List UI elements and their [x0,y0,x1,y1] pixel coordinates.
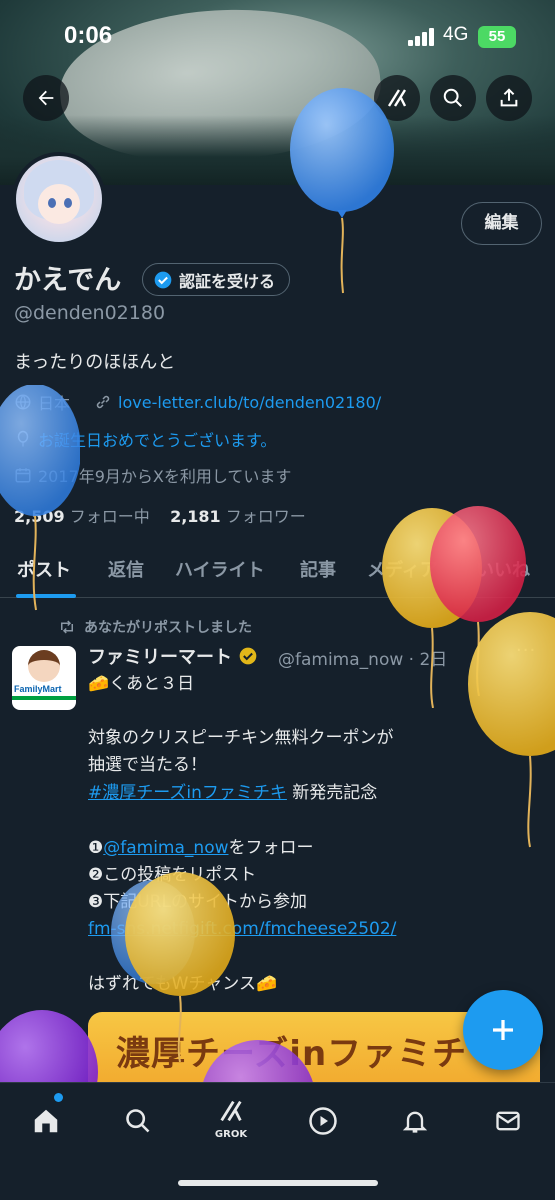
grok-label: GROK [214,1129,248,1140]
tab-highlights[interactable]: ハイライト [175,556,265,582]
post-hashtag-suffix: 新発売記念 [286,783,378,803]
globe-icon [15,394,31,410]
nav-search[interactable] [118,1101,158,1141]
post-author-handle: @famima_now · 2日 [278,650,448,670]
back-button[interactable] [23,75,69,121]
post-line-2: 対象のクリスピーチキン無料クーポンが [88,728,394,748]
repost-label: あなたがリポストしました [84,620,252,636]
profile-joined-row: 2017年9月からXを利用しています [14,463,291,487]
repost-icon [61,620,73,634]
plus-icon [493,1020,513,1040]
post-author-avatar[interactable]: FamilyMart [12,646,76,710]
step-1-suffix: をフォロー [228,838,314,858]
profile-meta-row: 日本 love-letter.club/to/denden02180/ [14,390,381,414]
video-icon [309,1107,337,1135]
get-verified-button[interactable]: 認証を受ける [142,263,291,296]
verified-badge-icon [154,271,172,288]
home-icon [34,1109,58,1133]
search-icon [126,1109,150,1133]
search-button[interactable] [430,75,476,121]
share-icon [500,88,518,107]
battery-indicator: 55 [478,26,516,48]
balloon-icon [17,430,29,447]
tab-posts[interactable]: ポスト [17,556,71,582]
followers-link[interactable]: 2,181 フォロワー [170,507,306,526]
edit-profile-button[interactable]: 編集 [461,202,542,245]
active-tab-indicator [16,594,76,598]
home-notification-dot [54,1093,63,1102]
post-hashtag[interactable]: #濃厚チーズinファミチキ [88,783,287,803]
tab-media[interactable]: メディア [367,556,438,582]
nav-grok[interactable] [211,1091,251,1131]
nav-home[interactable] [26,1101,66,1141]
post-step-1: ❶@famima_nowをフォロー [88,835,538,862]
share-button[interactable] [486,75,532,121]
profile-tabs: ポスト 返信 ハイライト 記事 メディア いいね [0,548,555,598]
signal-icon [408,28,436,46]
repost-indicator: あなたがリポストしました [58,617,252,637]
tab-replies[interactable]: 返信 [108,556,144,582]
post-hashtag-line: #濃厚チーズinファミチキ 新発売記念 [88,780,538,807]
network-type: 4G [443,24,469,45]
notifications-icon [402,1111,428,1133]
post-step-2: ❷この投稿をリポスト [88,865,257,885]
profile-joined: 2017年9月からXを利用しています [38,467,292,486]
post-closing: はずれてもWチャンス🧀 [88,974,278,994]
profile-birthday-row: お誕生日おめでとうございます。 [14,427,276,451]
profile-birthday[interactable]: お誕生日おめでとうございます。 [38,427,276,451]
tab-articles[interactable]: 記事 [300,556,336,582]
back-arrow-icon [38,90,54,106]
home-indicator [178,1180,378,1186]
following-label: フォロー中 [69,507,150,526]
status-bar: 0:06 4G 55 [0,18,555,54]
post-step-3: ❸下記URLのサイトから参加 [88,892,307,912]
nav-video[interactable] [303,1101,343,1141]
search-icon [443,88,462,107]
profile-location: 日本 [38,394,71,413]
profile-website-link[interactable]: love-letter.club/to/denden02180/ [118,393,381,412]
profile-avatar[interactable] [12,152,106,246]
post-url[interactable]: fm-sns.netfigift.com/fmcheese2502/ [88,919,396,939]
following-link[interactable]: 2,509 フォロー中 [14,507,150,526]
grok-icon [220,1100,242,1122]
compose-post-button[interactable] [463,990,543,1070]
grok-button[interactable] [374,75,420,121]
followers-label: フォロワー [225,507,306,526]
promo-image-text: 濃厚チーズinファミチ [116,1034,468,1074]
post-author-name-text: ファミリーマート [88,647,232,668]
post-line-1: 🧀くあと３日 [88,674,195,694]
follow-stats: 2,509 フォロー中 2,181 フォロワー [14,503,306,527]
followers-count: 2,181 [170,507,221,526]
nav-messages[interactable] [488,1101,528,1141]
status-time: 0:06 [64,22,113,49]
nav-notifications[interactable] [395,1101,435,1141]
get-verified-label: 認証を受ける [179,271,276,291]
step-1-prefix: ❶ [88,838,104,858]
profile-handle: @denden02180 [14,302,166,324]
tab-likes[interactable]: いいね [476,556,530,582]
gold-verified-icon [239,647,257,665]
profile-bio: まったりのほほんと [14,352,176,373]
post-line-3: 抽選で当たる！ [88,755,207,775]
messages-icon [496,1111,520,1131]
profile-name: かえでん [14,265,122,296]
grok-icon [387,89,407,107]
link-icon [96,395,110,409]
post-url-line: fm-sns.netfigift.com/fmcheese2502/ [88,916,538,943]
following-count: 2,509 [14,507,65,526]
post-author-name[interactable]: ファミリーマート [88,643,258,669]
calendar-icon [15,468,31,483]
post-mention[interactable]: @famima_now [103,838,228,858]
more-options-icon[interactable]: ··· [516,640,536,661]
